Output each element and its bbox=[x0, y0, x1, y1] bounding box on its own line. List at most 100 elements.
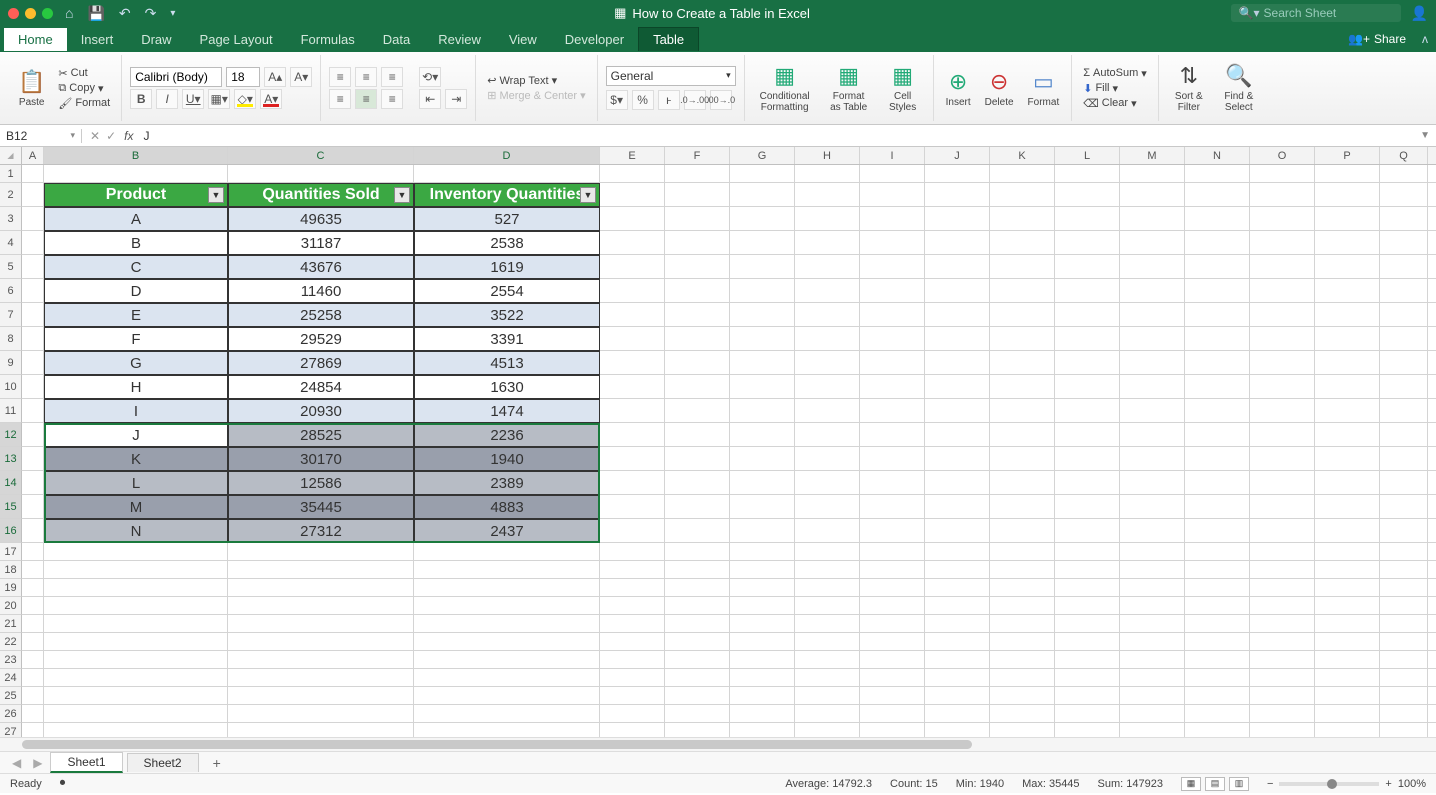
row-header-26[interactable]: 26 bbox=[0, 705, 22, 723]
table-cell[interactable]: 527 bbox=[414, 207, 600, 231]
sheet-nav-next[interactable]: ▶ bbox=[29, 756, 46, 770]
col-header-K[interactable]: K bbox=[990, 147, 1055, 164]
tab-formulas[interactable]: Formulas bbox=[287, 28, 369, 51]
close-window[interactable] bbox=[8, 8, 19, 19]
row-header-27[interactable]: 27 bbox=[0, 723, 22, 737]
table-header-2[interactable]: Inventory Quantities▼ bbox=[414, 183, 600, 207]
row-header-9[interactable]: 9 bbox=[0, 351, 22, 375]
decrease-decimal-button[interactable]: .00→.0 bbox=[710, 90, 732, 110]
row-header-17[interactable]: 17 bbox=[0, 543, 22, 561]
col-header-M[interactable]: M bbox=[1120, 147, 1185, 164]
sort-filter-button[interactable]: ⇅Sort & Filter bbox=[1167, 55, 1211, 121]
col-header-I[interactable]: I bbox=[860, 147, 925, 164]
table-cell[interactable]: I bbox=[44, 399, 228, 423]
row-header-3[interactable]: 3 bbox=[0, 207, 22, 231]
row-header-21[interactable]: 21 bbox=[0, 615, 22, 633]
table-cell[interactable]: 2389 bbox=[414, 471, 600, 495]
table-cell[interactable]: 30170 bbox=[228, 447, 414, 471]
col-header-D[interactable]: D bbox=[414, 147, 600, 164]
redo-icon[interactable]: ↷ bbox=[145, 5, 157, 22]
fill-color-button[interactable]: ◇▾ bbox=[234, 89, 256, 109]
align-center-button[interactable]: ≡ bbox=[355, 89, 377, 109]
collapse-ribbon[interactable]: ʌ bbox=[1414, 32, 1436, 46]
table-cell[interactable]: N bbox=[44, 519, 228, 543]
table-cell[interactable]: M bbox=[44, 495, 228, 519]
zoom-slider[interactable] bbox=[1279, 782, 1379, 786]
table-cell[interactable]: B bbox=[44, 231, 228, 255]
decrease-font-button[interactable]: A▾ bbox=[290, 67, 312, 87]
table-cell[interactable]: 28525 bbox=[228, 423, 414, 447]
col-header-Q[interactable]: Q bbox=[1380, 147, 1428, 164]
table-header-1[interactable]: Quantities Sold▼ bbox=[228, 183, 414, 207]
col-header-E[interactable]: E bbox=[600, 147, 665, 164]
col-header-O[interactable]: O bbox=[1250, 147, 1315, 164]
row-header-1[interactable]: 1 bbox=[0, 165, 22, 183]
row-header-11[interactable]: 11 bbox=[0, 399, 22, 423]
spreadsheet-grid[interactable]: 1234567891011121314151617181920212223242… bbox=[0, 165, 1436, 737]
col-header-L[interactable]: L bbox=[1055, 147, 1120, 164]
zoom-level[interactable]: 100% bbox=[1398, 778, 1426, 790]
save-icon[interactable]: 💾 bbox=[87, 5, 104, 22]
table-cell[interactable]: J bbox=[44, 423, 228, 447]
table-cell[interactable]: 2236 bbox=[414, 423, 600, 447]
table-cell[interactable]: K bbox=[44, 447, 228, 471]
normal-view-button[interactable]: ▦ bbox=[1181, 777, 1201, 791]
row-header-2[interactable]: 2 bbox=[0, 183, 22, 207]
paste-button[interactable]: 📋Paste bbox=[14, 67, 49, 110]
expand-formula-bar[interactable]: ▼ bbox=[1414, 130, 1436, 141]
col-header-J[interactable]: J bbox=[925, 147, 990, 164]
add-sheet-button[interactable]: + bbox=[203, 755, 231, 771]
table-cell[interactable]: 2538 bbox=[414, 231, 600, 255]
filter-button[interactable]: ▼ bbox=[394, 187, 410, 203]
align-right-button[interactable]: ≡ bbox=[381, 89, 403, 109]
home-icon[interactable]: ⌂ bbox=[65, 5, 73, 21]
col-header-N[interactable]: N bbox=[1185, 147, 1250, 164]
row-header-24[interactable]: 24 bbox=[0, 669, 22, 687]
table-cell[interactable]: E bbox=[44, 303, 228, 327]
table-cell[interactable]: 12586 bbox=[228, 471, 414, 495]
table-cell[interactable]: D bbox=[44, 279, 228, 303]
increase-indent-button[interactable]: ⇥ bbox=[445, 89, 467, 109]
table-cell[interactable]: L bbox=[44, 471, 228, 495]
row-header-23[interactable]: 23 bbox=[0, 651, 22, 669]
row-header-16[interactable]: 16 bbox=[0, 519, 22, 543]
table-cell[interactable]: 27312 bbox=[228, 519, 414, 543]
table-cell[interactable]: 1474 bbox=[414, 399, 600, 423]
font-size-input[interactable] bbox=[226, 67, 260, 87]
tab-page-layout[interactable]: Page Layout bbox=[186, 28, 287, 51]
share-button[interactable]: 👥+Share bbox=[1348, 32, 1414, 46]
fx-label[interactable]: fx bbox=[124, 129, 139, 143]
table-cell[interactable]: 4883 bbox=[414, 495, 600, 519]
row-header-5[interactable]: 5 bbox=[0, 255, 22, 279]
format-button[interactable]: ▭Format bbox=[1024, 55, 1064, 121]
horizontal-scrollbar[interactable] bbox=[0, 737, 1436, 751]
row-header-18[interactable]: 18 bbox=[0, 561, 22, 579]
cancel-formula-icon[interactable]: ✕ bbox=[90, 129, 100, 143]
table-cell[interactable]: H bbox=[44, 375, 228, 399]
row-header-25[interactable]: 25 bbox=[0, 687, 22, 705]
table-cell[interactable]: 1630 bbox=[414, 375, 600, 399]
align-top-button[interactable]: ≡ bbox=[329, 67, 351, 87]
fill-button[interactable]: ⬇Fill ▾ bbox=[1080, 81, 1150, 96]
table-cell[interactable]: 1619 bbox=[414, 255, 600, 279]
row-header-15[interactable]: 15 bbox=[0, 495, 22, 519]
row-header-13[interactable]: 13 bbox=[0, 447, 22, 471]
font-color-button[interactable]: A▾ bbox=[260, 89, 282, 109]
tab-draw[interactable]: Draw bbox=[127, 28, 185, 51]
format-painter-button[interactable]: 🖌Format bbox=[55, 96, 113, 111]
increase-decimal-button[interactable]: .0→.00 bbox=[684, 90, 706, 110]
table-cell[interactable]: 20930 bbox=[228, 399, 414, 423]
autosum-button[interactable]: ΣAutoSum ▾ bbox=[1080, 66, 1150, 81]
name-box[interactable]: B12▾ bbox=[0, 129, 82, 143]
row-header-7[interactable]: 7 bbox=[0, 303, 22, 327]
col-header-G[interactable]: G bbox=[730, 147, 795, 164]
orientation-button[interactable]: ⟲▾ bbox=[419, 67, 441, 87]
col-header-C[interactable]: C bbox=[228, 147, 414, 164]
format-as-table-button[interactable]: ▦Format as Table bbox=[823, 55, 875, 121]
delete-button[interactable]: ⊖Delete bbox=[981, 55, 1018, 121]
user-icon[interactable]: 👤 bbox=[1411, 5, 1428, 22]
table-cell[interactable]: 27869 bbox=[228, 351, 414, 375]
page-break-view-button[interactable]: ▥ bbox=[1229, 777, 1249, 791]
qat-customize-icon[interactable]: ▾ bbox=[170, 8, 175, 19]
increase-font-button[interactable]: A▴ bbox=[264, 67, 286, 87]
